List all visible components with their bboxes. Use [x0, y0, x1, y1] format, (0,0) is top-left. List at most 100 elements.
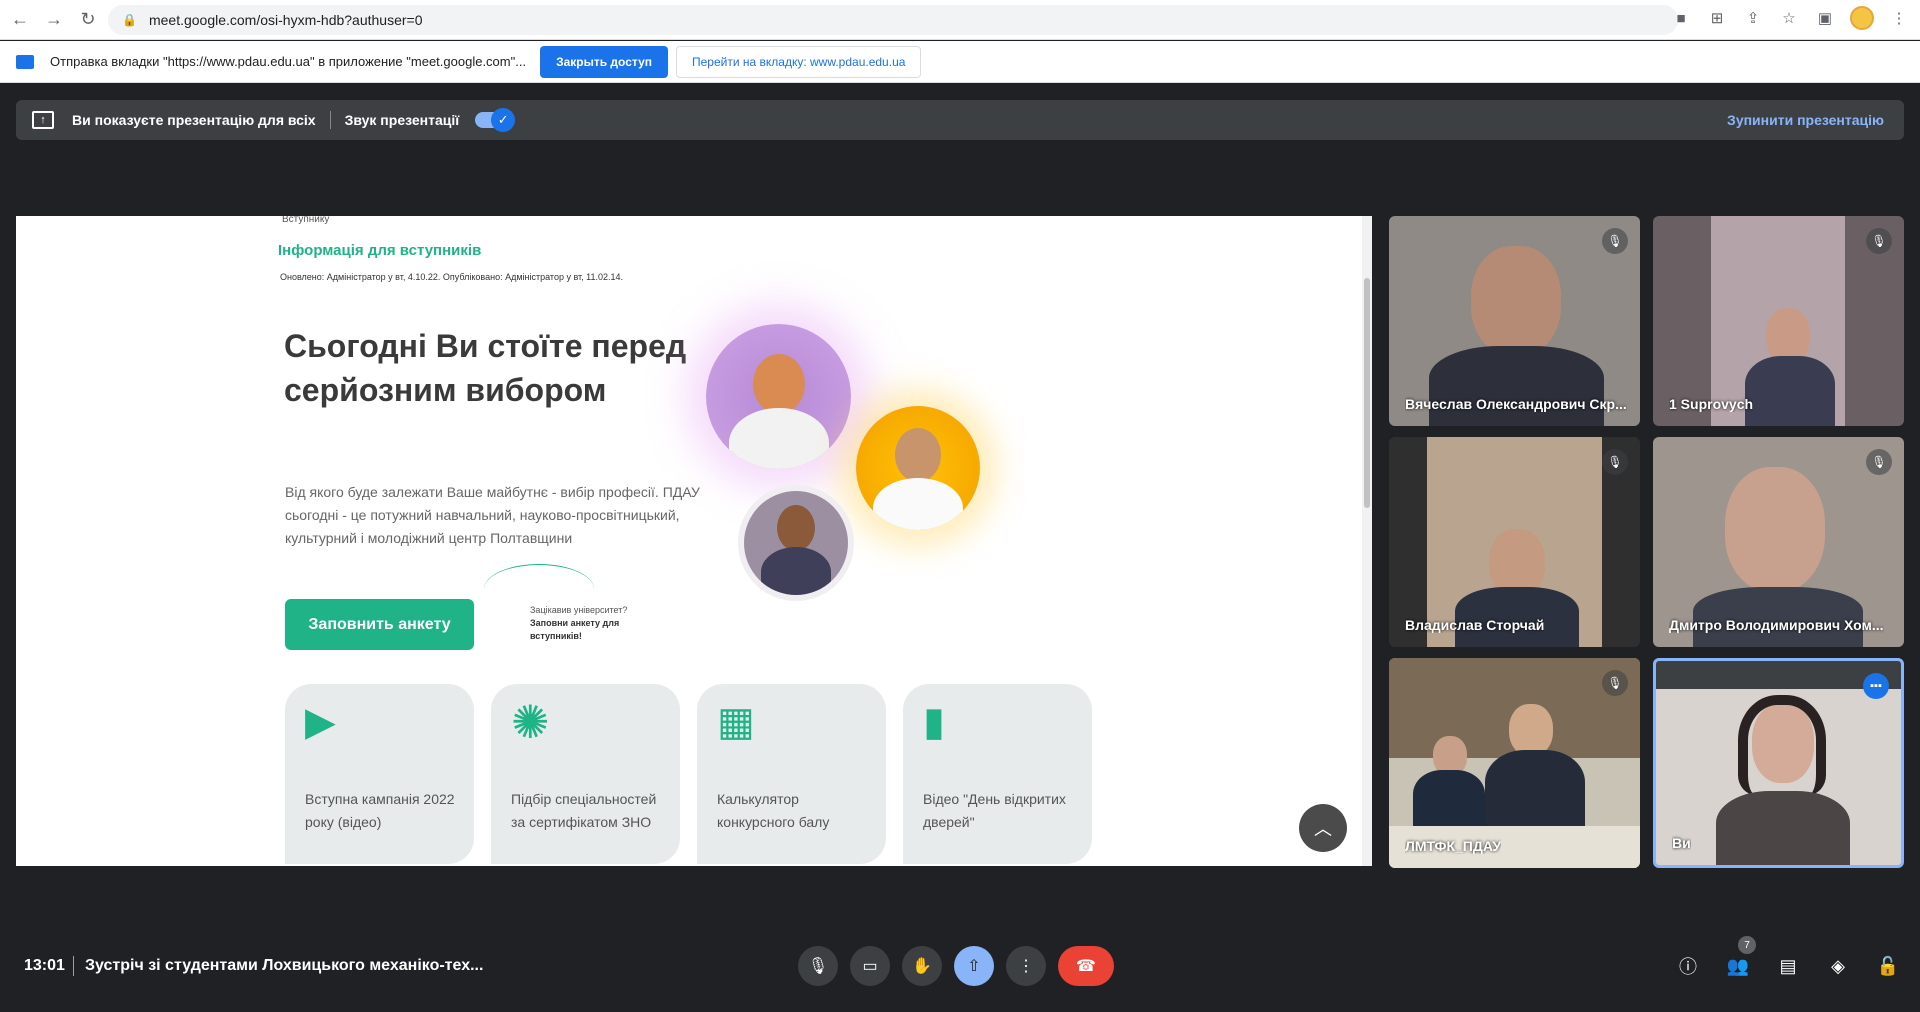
play-icon: ▶ [305, 700, 336, 744]
call-controls: 🎙 ▭ ✋ ⇧ ⋮ ☎ [798, 946, 1114, 986]
shared-screen: Вступнику Інформація для вступників Онов… [16, 216, 1372, 866]
activities-icon: ◈ [1831, 955, 1845, 976]
mic-off-icon: 🎙 [1602, 670, 1628, 696]
bookmark-star-icon[interactable]: ☆ [1778, 9, 1800, 27]
participant-name: Дмитро Володимирович Хом... [1669, 617, 1884, 633]
card-score-calculator[interactable]: ▦ Калькулятор конкурсного балу [697, 684, 886, 864]
card-label: Підбір спеціальностей за сертифікатом ЗН… [511, 791, 657, 830]
student-photo-boy [856, 406, 980, 530]
activities-button[interactable]: ◈ [1826, 954, 1850, 978]
participant-tile[interactable]: 🎙 ЛМТФК_ПДАУ [1389, 658, 1640, 868]
switch-to-tab-button[interactable]: Перейти на вкладку: www.pdau.edu.ua [676, 45, 922, 78]
present-now-button[interactable]: ⇧ [954, 946, 994, 986]
participant-name: 1 Suprovych [1669, 396, 1754, 412]
card-admission-video[interactable]: ▶ Вступна кампанія 2022 року (відео) [285, 684, 474, 864]
fill-form-button[interactable]: Заповнить анкету [285, 599, 474, 650]
calculator-icon: ▦ [717, 700, 755, 744]
browser-actions: ■ ⊞ ⇪ ☆ ▣ ⋮ [1670, 6, 1910, 30]
door-icon: ▮ [923, 700, 946, 744]
screen-share-icon [16, 54, 34, 69]
card-open-day-video[interactable]: ▮ Відео "День відкритих дверей" [903, 684, 1092, 864]
participant-tile-self[interactable]: ▪▪▪ Ви [1653, 658, 1904, 868]
profile-avatar[interactable] [1850, 6, 1874, 30]
participant-name: ЛМТФК_ПДАУ [1405, 838, 1502, 854]
camera-icon: ▭ [862, 958, 878, 975]
page-meta: Оновлено: Адміністратор у вт, 4.10.22. О… [280, 272, 624, 282]
student-photo-girl [706, 324, 851, 469]
present-screen-icon: ↑ [32, 111, 54, 129]
hint-action: Заповни анкету для вступників! [530, 618, 620, 641]
translate-icon[interactable]: ⊞ [1706, 9, 1728, 27]
participant-tile[interactable]: 🎙 Владислав Сторчай [1389, 437, 1640, 647]
info-icon: ⓘ [1679, 957, 1697, 977]
people-icon: 👥 [1726, 955, 1750, 976]
card-label: Відео "День відкритих дверей" [923, 791, 1066, 830]
mic-off-icon: 🎙 [1602, 228, 1628, 254]
participant-tile[interactable]: 🎙 Дмитро Володимирович Хом... [1653, 437, 1904, 647]
url-text: meet.google.com/osi-hyxm-hdb?authuser=0 [148, 12, 423, 28]
presentation-audio-label: Звук презентації [344, 112, 460, 128]
meeting-controls-bar: 13:01 Зустріч зі студентами Лохвицького … [0, 936, 1920, 996]
chrome-menu-icon[interactable]: ⋮ [1888, 9, 1910, 27]
participant-tile[interactable]: 🎙 1 Suprovych [1653, 216, 1904, 426]
stop-presenting-button[interactable]: Зупинити презентацію [1727, 112, 1884, 128]
share-icon[interactable]: ⇪ [1742, 9, 1764, 27]
address-bar[interactable]: 🔒 meet.google.com/osi-hyxm-hdb?authuser=… [108, 5, 1678, 35]
hangup-icon: ☎ [1076, 958, 1096, 975]
infobar-text: Отправка вкладки "https://www.pdau.edu.u… [50, 54, 527, 69]
divider [73, 956, 74, 976]
breadcrumb: Вступнику [282, 216, 330, 225]
camera-icon[interactable]: ■ [1670, 10, 1692, 27]
participant-name: Вячеслав Олександрович Скр... [1405, 396, 1627, 412]
people-count-badge: 7 [1738, 936, 1756, 954]
people-button[interactable]: 👥 7 [1726, 936, 1756, 978]
camera-button[interactable]: ▭ [850, 946, 890, 986]
scroll-to-top-button[interactable]: ︿ [1299, 804, 1347, 852]
forward-icon[interactable]: → [40, 6, 68, 34]
chat-icon: ▤ [1779, 955, 1797, 976]
back-icon[interactable]: ← [6, 6, 34, 34]
mic-icon: 🎙 [807, 958, 829, 975]
hint-question: Зацікавив університет? [530, 605, 628, 615]
present-icon: ⇧ [967, 958, 981, 975]
mic-off-icon: 🎙 [1602, 449, 1628, 475]
more-vert-icon: ⋮ [1018, 958, 1034, 975]
presentation-audio-toggle[interactable]: ✓ [475, 108, 516, 132]
hint-text: Зацікавив університет? Заповни анкету дл… [530, 604, 660, 643]
student-photo-child [744, 491, 848, 595]
mic-off-icon: 🎙 [1866, 449, 1892, 475]
participant-name: Ви [1672, 835, 1691, 851]
participant-name: Владислав Сторчай [1405, 617, 1545, 633]
presentation-bar: ↑ Ви показуєте презентацію для всіх Звук… [16, 100, 1904, 140]
participant-tile[interactable]: 🎙 Вячеслав Олександрович Скр... [1389, 216, 1640, 426]
lock-icon[interactable]: 🔒 [122, 13, 137, 27]
lock-person-icon: 🔓 [1876, 955, 1900, 976]
scrollbar-thumb[interactable] [1364, 278, 1370, 508]
side-controls: ⓘ 👥 7 ▤ ◈ 🔓 [1676, 936, 1900, 978]
stop-sharing-button[interactable]: Закрыть доступ [540, 45, 668, 78]
card-label: Калькулятор конкурсного балу [717, 791, 830, 830]
divider [329, 111, 331, 129]
meeting-title: Зустріч зі студентами Лохвицького механі… [85, 957, 484, 974]
more-options-button[interactable]: ⋮ [1006, 946, 1046, 986]
meeting-details-button[interactable]: ⓘ [1676, 954, 1700, 978]
card-specialty-selection[interactable]: ✺ Підбір спеціальностей за сертифікатом … [491, 684, 680, 864]
card-label: Вступна кампанія 2022 року (відео) [305, 791, 455, 830]
chat-button[interactable]: ▤ [1776, 954, 1800, 978]
page-scrollbar[interactable] [1362, 216, 1372, 866]
microphone-button[interactable]: 🎙 [798, 946, 838, 986]
host-controls-button[interactable]: 🔓 [1876, 954, 1900, 978]
raise-hand-button[interactable]: ✋ [902, 946, 942, 986]
sun-icon: ✺ [511, 696, 550, 748]
page-title: Інформація для вступників [278, 242, 482, 259]
hero-title: Сьогодні Ви стоїте перед серйозним вибор… [284, 328, 687, 408]
mic-off-icon: 🎙 [1866, 228, 1892, 254]
side-panel-icon[interactable]: ▣ [1814, 9, 1836, 27]
tab-sharing-infobar: Отправка вкладки "https://www.pdau.edu.u… [0, 41, 1920, 83]
hand-icon: ✋ [912, 958, 932, 975]
browser-toolbar: ← → ↻ 🔒 meet.google.com/osi-hyxm-hdb?aut… [0, 0, 1920, 40]
reload-icon[interactable]: ↻ [74, 6, 102, 34]
presenting-status: Ви показуєте презентацію для всіх [72, 112, 316, 128]
leave-call-button[interactable]: ☎ [1058, 946, 1114, 986]
speaking-indicator-icon: ▪▪▪ [1863, 673, 1889, 699]
